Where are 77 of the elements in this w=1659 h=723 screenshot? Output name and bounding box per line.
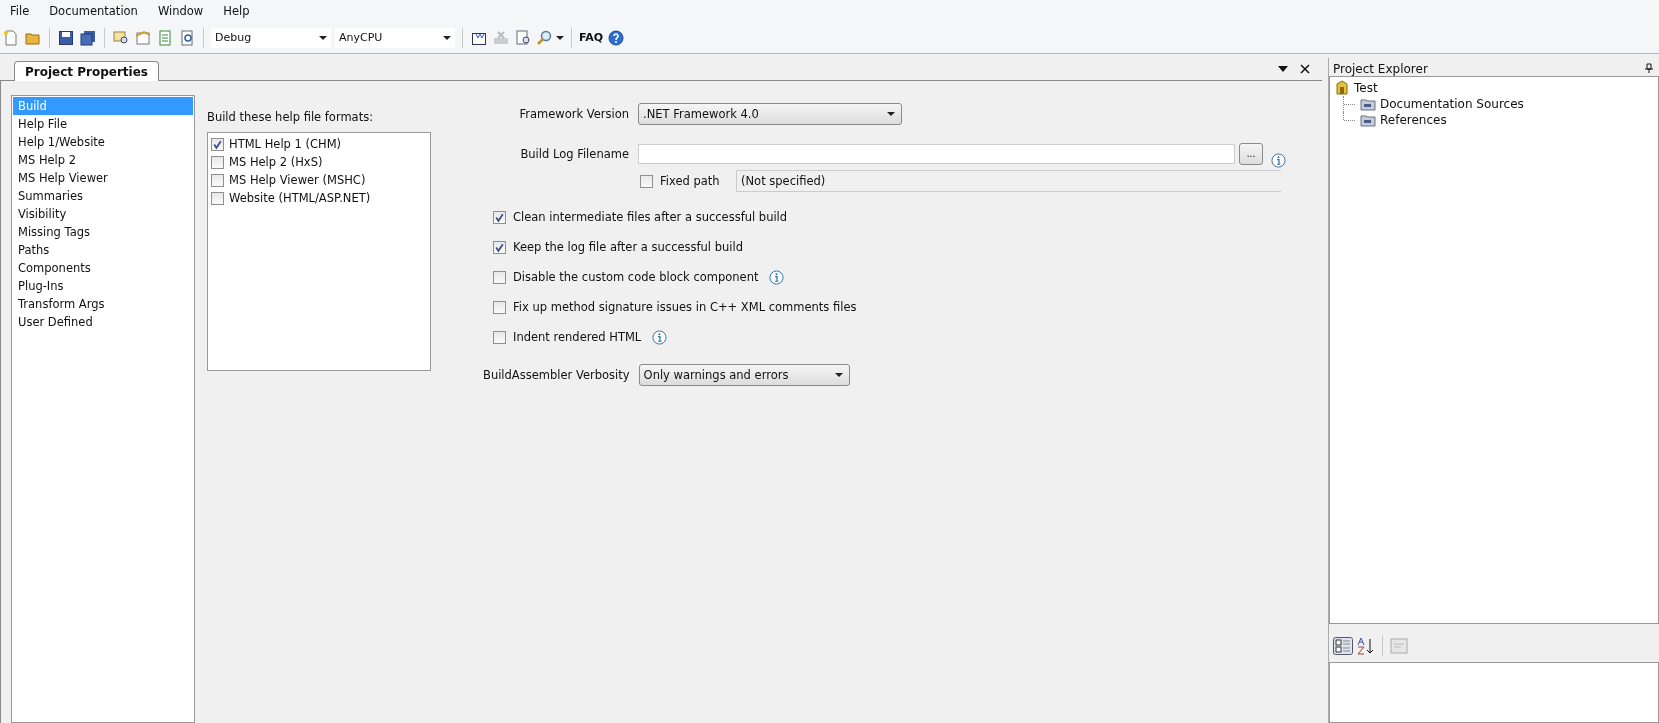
tree-item[interactable]: Documentation Sources bbox=[1380, 97, 1524, 111]
formats-label: Build these help file formats: bbox=[207, 110, 375, 124]
view-help-icon[interactable] bbox=[515, 29, 531, 46]
categorized-icon[interactable] bbox=[1333, 637, 1353, 655]
close-icon[interactable] bbox=[1300, 64, 1310, 74]
category-item[interactable]: Plug-Ins bbox=[13, 277, 193, 295]
format-label: HTML Help 1 (CHM) bbox=[229, 137, 342, 151]
category-item[interactable]: Summaries bbox=[13, 187, 193, 205]
window-search-icon[interactable] bbox=[113, 29, 129, 46]
caret-icon bbox=[443, 35, 451, 40]
platform-dropdown[interactable]: AnyCPU bbox=[335, 27, 455, 48]
menu-item[interactable]: Help bbox=[223, 4, 250, 18]
category-item[interactable]: MS Help 2 bbox=[13, 151, 193, 169]
caret-icon[interactable] bbox=[1278, 64, 1288, 74]
framework-version-label: Framework Version bbox=[518, 107, 630, 121]
properties-icon[interactable] bbox=[135, 29, 151, 46]
info-icon[interactable] bbox=[769, 269, 785, 285]
framework-version-dropdown[interactable]: .NET Framework 4.0 bbox=[638, 103, 902, 125]
format-label: MS Help 2 (HxS) bbox=[229, 155, 323, 169]
checkbox[interactable] bbox=[493, 210, 506, 224]
preview-icon[interactable] bbox=[179, 29, 195, 46]
resolved-path-field: (Not specified) bbox=[736, 170, 1281, 192]
menu-item[interactable]: Window bbox=[157, 4, 204, 18]
project-icon bbox=[1334, 80, 1350, 96]
option-label: Fix up method signature issues in C++ XML comments files bbox=[513, 300, 857, 314]
format-label: MS Help Viewer (MSHC) bbox=[229, 173, 366, 187]
fixed-path-label: Fixed path bbox=[660, 174, 721, 188]
checkbox[interactable] bbox=[211, 137, 224, 151]
menu-item[interactable]: File bbox=[10, 4, 30, 18]
help-icon[interactable] bbox=[608, 29, 625, 46]
tree-item[interactable]: Test bbox=[1354, 81, 1378, 95]
format-label: Website (HTML/ASP.NET) bbox=[229, 191, 371, 205]
category-item[interactable]: Help File bbox=[13, 115, 193, 133]
info-icon[interactable] bbox=[1271, 153, 1286, 168]
category-item[interactable]: Visibility bbox=[13, 205, 193, 223]
save-all-icon[interactable] bbox=[80, 29, 96, 46]
option-label: Keep the log file after a successful build bbox=[513, 240, 743, 254]
info-icon[interactable] bbox=[652, 329, 668, 345]
configuration-dropdown[interactable]: Debug bbox=[211, 27, 331, 48]
checkbox[interactable] bbox=[211, 155, 224, 169]
checkbox[interactable] bbox=[640, 174, 653, 188]
browse-button[interactable]: ... bbox=[1239, 142, 1263, 165]
option-label: Disable the custom code block component bbox=[513, 270, 759, 284]
caret-icon bbox=[887, 112, 895, 116]
folder-icon bbox=[1360, 96, 1376, 112]
option-label: Indent rendered HTML bbox=[513, 330, 642, 344]
verbosity-dropdown[interactable]: Only warnings and errors bbox=[638, 364, 850, 386]
search-icon[interactable] bbox=[537, 29, 553, 46]
category-item[interactable]: MS Help Viewer bbox=[13, 169, 193, 187]
caret-icon bbox=[834, 373, 843, 377]
checkbox[interactable] bbox=[211, 191, 224, 205]
verbosity-label: BuildAssembler Verbosity bbox=[483, 368, 631, 382]
caret-icon[interactable] bbox=[556, 35, 564, 40]
build-log-label: Build Log Filename bbox=[519, 146, 630, 161]
category-item[interactable]: User Defined bbox=[13, 313, 193, 331]
checkbox[interactable] bbox=[493, 300, 506, 314]
menu-item[interactable]: Documentation bbox=[49, 4, 138, 18]
tree-item[interactable]: References bbox=[1380, 113, 1447, 127]
option-label: Clean intermediate files after a successful build bbox=[513, 210, 788, 224]
build-log-field[interactable] bbox=[638, 143, 1235, 164]
checkbox[interactable] bbox=[493, 240, 506, 254]
caret-icon bbox=[319, 35, 327, 40]
save-icon[interactable] bbox=[58, 29, 74, 46]
category-item[interactable]: Help 1/Website bbox=[13, 133, 193, 151]
checkbox[interactable] bbox=[493, 270, 506, 284]
category-item[interactable]: Missing Tags bbox=[13, 223, 193, 241]
category-item[interactable]: Paths bbox=[13, 241, 193, 259]
checkbox[interactable] bbox=[493, 330, 506, 344]
document-tab[interactable]: Project Properties bbox=[14, 61, 159, 81]
faq-button[interactable]: FAQ bbox=[579, 31, 604, 44]
panel-title: Project Explorer bbox=[1333, 62, 1428, 76]
folder-icon bbox=[1360, 112, 1376, 128]
checkbox[interactable] bbox=[211, 173, 224, 187]
category-item[interactable]: Transform Args bbox=[13, 295, 193, 313]
category-item[interactable]: Components bbox=[13, 259, 193, 277]
pin-icon[interactable] bbox=[1645, 63, 1653, 73]
sort-alphabetical-icon[interactable] bbox=[1356, 637, 1376, 655]
